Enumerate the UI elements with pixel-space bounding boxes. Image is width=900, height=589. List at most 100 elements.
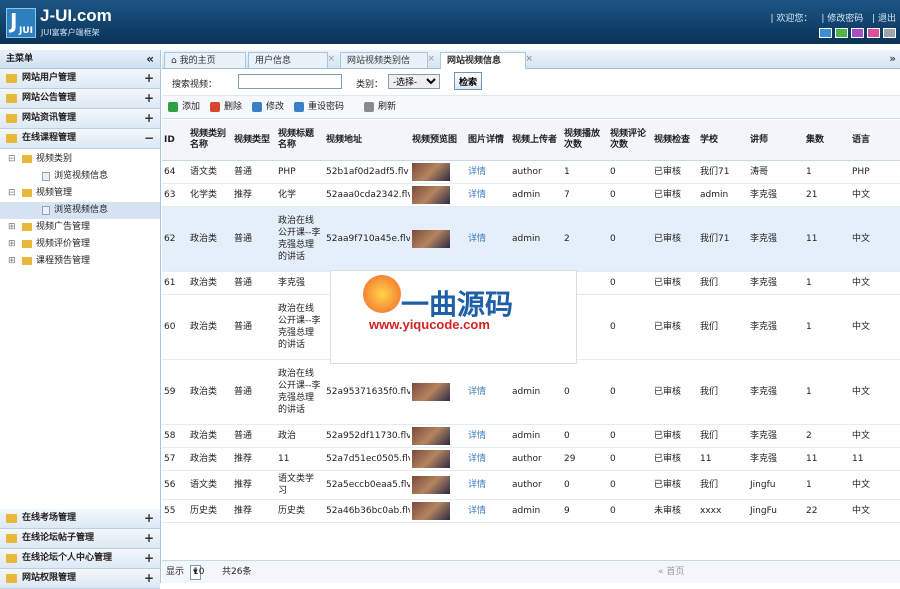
close-icon[interactable]: × [525, 51, 533, 67]
tab-video-info[interactable]: 网站视频信息 × [440, 52, 533, 69]
table-row[interactable]: 58 政治类 普通 政治 52a952df11730.flv 详情 admin 0 0 已审核 我们… [162, 424, 900, 448]
search-bar: 搜索视频： 类别： -选择- 检索 [162, 69, 900, 96]
expand-icon[interactable]: + [144, 509, 154, 528]
top-links: | 欢迎您： | 修改密码 | 退出 [765, 11, 896, 24]
column-header[interactable]: 图片详情 [466, 120, 510, 161]
table-row[interactable]: 56 语文类 推荐 语文类学习 52a5eccb0eaa5.flv 详情 author 0 0 已… [162, 470, 900, 500]
cell-id: 60 [162, 294, 188, 360]
column-header[interactable]: 视频检查 [652, 120, 698, 161]
detail-link[interactable]: 详情 [466, 183, 510, 207]
cell-school: 我们 [698, 424, 748, 448]
tree-toggle-icon[interactable]: ⊞ [8, 236, 16, 253]
column-header[interactable]: 视频评论次数 [608, 120, 652, 161]
add-button[interactable]: 添加 [168, 101, 200, 114]
detail-link[interactable]: 详情 [466, 499, 510, 523]
tab-more-icon[interactable]: » [889, 52, 896, 65]
column-header[interactable]: 视频类别名称 [188, 120, 232, 161]
column-header[interactable]: 讲师 [748, 120, 804, 161]
first-page-button[interactable]: « 首页 [658, 561, 684, 583]
column-header[interactable]: 视频上传者 [510, 120, 562, 161]
menu-group-exam[interactable]: 在线考场管理 + [0, 509, 160, 529]
folder-icon [6, 574, 17, 583]
menu-group-forum-personal[interactable]: 在线论坛个人中心管理 + [0, 549, 160, 569]
theme-green[interactable] [835, 28, 848, 38]
tree-node-video-category[interactable]: ⊟ 视频类别 [0, 151, 160, 168]
tree-node-video-ads[interactable]: ⊞ 视频广告管理 [0, 219, 160, 236]
collapse-sidebar-icon[interactable]: « [146, 50, 154, 68]
pager-total: 共26条 [222, 567, 252, 577]
detail-link[interactable]: 详情 [466, 160, 510, 184]
menu-group-forum-posts[interactable]: 在线论坛帖子管理 + [0, 529, 160, 549]
close-icon[interactable]: × [427, 51, 435, 67]
reset-password-button[interactable]: 重设密码 [294, 101, 344, 114]
cell-addr: 52a95371635f0.flv [324, 359, 410, 425]
search-button[interactable]: 检索 [454, 72, 483, 90]
column-header[interactable]: 视频预览图 [410, 120, 466, 161]
tree-toggle-icon[interactable]: ⊟ [8, 185, 16, 202]
column-header[interactable]: 集数 [804, 120, 850, 161]
close-icon[interactable]: × [327, 51, 335, 67]
menu-group-courses[interactable]: 在线课程管理 − [0, 129, 160, 149]
tab-home[interactable]: ⌂ 我的主页 [164, 52, 246, 68]
expand-icon[interactable]: + [144, 549, 154, 568]
column-header[interactable]: ID [162, 120, 188, 161]
tab-video-category[interactable]: 网站视频类别信 × [340, 52, 435, 68]
table-row[interactable]: 64 语文类 普通 PHP 52b1af0d2adf5.flv 详情 author 1 0 已审核… [162, 160, 900, 184]
column-header[interactable]: 视频播放次数 [562, 120, 608, 161]
detail-link[interactable]: 详情 [466, 470, 510, 500]
table-row[interactable]: 59 政治类 普通 政治在线公开课--李克强总理的讲话 52a95371635f0.fl… [162, 359, 900, 425]
cell-eps: 1 [804, 359, 850, 425]
logout-link[interactable]: | 退出 [872, 14, 896, 24]
theme-blue[interactable] [819, 28, 832, 38]
edit-button[interactable]: 修改 [252, 101, 284, 114]
tree-node-video-reviews[interactable]: ⊞ 视频评价管理 [0, 236, 160, 253]
menu-group-users[interactable]: 网站用户管理 + [0, 69, 160, 89]
change-password-link[interactable]: | 修改密码 [821, 14, 863, 24]
theme-purple[interactable] [851, 28, 864, 38]
expand-icon[interactable]: + [144, 69, 154, 88]
cell-lang: 中文 [850, 294, 900, 360]
detail-link[interactable]: 详情 [466, 424, 510, 448]
menu-group-permissions[interactable]: 网站权限管理 + [0, 569, 160, 589]
refresh-button[interactable]: 刷新 [364, 101, 396, 114]
theme-pink[interactable] [867, 28, 880, 38]
column-header[interactable]: 视频标题名称 [276, 120, 324, 161]
tab-user-info[interactable]: 用户信息 × [248, 52, 335, 68]
tree-node-browse-video-info[interactable]: 浏览视频信息 [0, 168, 160, 185]
column-header[interactable]: 视频类型 [232, 120, 276, 161]
category-select[interactable]: -选择- [388, 74, 440, 89]
cell-comments: 0 [608, 470, 652, 500]
table-row[interactable]: 62 政治类 普通 政治在线公开课--李克强总理的讲话 52aa9f710a45e.fl… [162, 206, 900, 272]
tree-toggle-icon[interactable]: ⊞ [8, 219, 16, 236]
expand-icon[interactable]: + [144, 89, 154, 108]
page-size-select[interactable]: 10 ▾ [190, 565, 204, 580]
cell-check: 已审核 [652, 183, 698, 207]
column-header[interactable]: 学校 [698, 120, 748, 161]
menu-group-news[interactable]: 网站资讯管理 + [0, 109, 160, 129]
menu-group-notices[interactable]: 网站公告管理 + [0, 89, 160, 109]
cell-title: 化学 [276, 183, 324, 207]
detail-link[interactable]: 详情 [466, 359, 510, 425]
table-row[interactable]: 63 化学类 推荐 化学 52aaa0cda2342.flv 详情 admin 7 0 已审核 ad… [162, 183, 900, 207]
detail-link[interactable]: 详情 [466, 447, 510, 471]
table-row[interactable]: 55 历史类 推荐 历史类 52a46b36bc0ab.flv 详情 admin 9 0 未审核 x… [162, 499, 900, 523]
tree-toggle-icon[interactable]: ⊞ [8, 253, 16, 270]
tree-node-course-preview[interactable]: ⊞ 课程预告管理 [0, 253, 160, 270]
search-video-input[interactable] [238, 74, 342, 89]
table-row[interactable]: 57 政治类 推荐 11 52a7d51ec0505.flv 详情 author 29 0 已审核… [162, 447, 900, 471]
expand-icon[interactable]: + [144, 529, 154, 548]
video-thumbnail-cell [410, 359, 466, 425]
expand-icon[interactable]: + [144, 109, 154, 128]
cell-uploader: author [510, 160, 562, 184]
theme-gray[interactable] [883, 28, 896, 38]
cell-check: 已审核 [652, 271, 698, 295]
detail-link[interactable]: 详情 [466, 206, 510, 272]
delete-button[interactable]: 删除 [210, 101, 242, 114]
collapse-icon[interactable]: − [144, 129, 154, 148]
tree-toggle-icon[interactable]: ⊟ [8, 151, 16, 168]
column-header[interactable]: 视频地址 [324, 120, 410, 161]
expand-icon[interactable]: + [144, 569, 154, 588]
tree-node-browse-video-info-selected[interactable]: 浏览视频信息 [0, 202, 160, 219]
tree-node-video-manage[interactable]: ⊟ 视频管理 [0, 185, 160, 202]
column-header[interactable]: 语言 [850, 120, 900, 161]
